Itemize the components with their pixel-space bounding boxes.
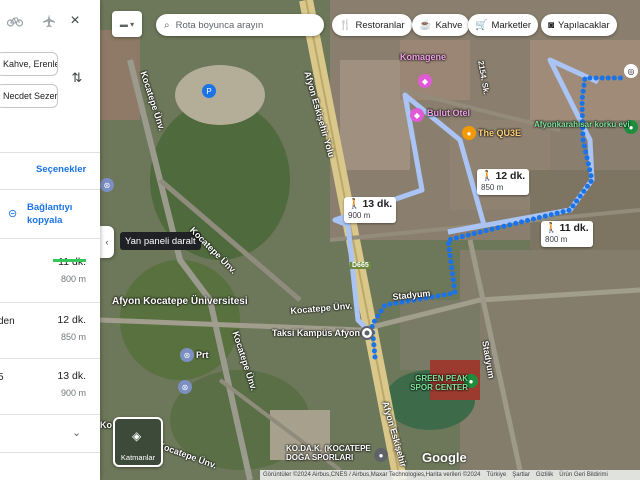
hotel-icon[interactable]: ◆ bbox=[418, 74, 432, 88]
place-label[interactable]: Afyon Kocatepe Üniversitesi bbox=[112, 296, 248, 307]
divider bbox=[0, 452, 100, 453]
route-label: 5 bbox=[0, 372, 4, 383]
search-placeholder: Rota boyunca arayın bbox=[175, 19, 264, 31]
map-view[interactable]: ▬ ▾ ⌕ Rota boyunca arayın 🍴 Restoranlar … bbox=[100, 0, 640, 480]
privacy-link[interactable]: Gizlilik bbox=[536, 472, 553, 478]
close-icon[interactable]: × bbox=[64, 10, 86, 32]
parking-icon[interactable]: P bbox=[202, 84, 216, 98]
imagery-credit: Görüntüler ©2024 Airbus,CNES / Airbus,Ma… bbox=[263, 472, 481, 478]
bike-mode-icon[interactable] bbox=[4, 10, 26, 32]
route-option-1[interactable]: 11 dk. 800 m bbox=[0, 244, 100, 300]
walking-icon: 🚶 bbox=[481, 171, 494, 182]
destination-field[interactable]: Necdet Sezer bbox=[0, 84, 58, 108]
divider bbox=[0, 152, 100, 153]
terms-link[interactable]: Şartlar bbox=[512, 472, 530, 478]
attribution-bar: Görüntüler ©2024 Airbus,CNES / Airbus,Ma… bbox=[260, 470, 640, 480]
copy-link-label: Bağlantıyı kopyala bbox=[27, 202, 73, 226]
divider bbox=[0, 414, 100, 415]
route-dist: 850 m bbox=[481, 183, 504, 192]
layers-label: Katmanlar bbox=[120, 453, 156, 462]
search-icon: ⌕ bbox=[164, 19, 170, 31]
place-label[interactable]: The QU3E bbox=[478, 128, 521, 138]
country-link[interactable]: Türkiye bbox=[487, 472, 507, 478]
map-type-button[interactable]: ▬ ▾ bbox=[112, 11, 142, 37]
chevron-down-icon[interactable]: ⌄ bbox=[72, 426, 81, 439]
chip-markets[interactable]: 🛒 Marketler bbox=[468, 14, 539, 36]
divider bbox=[0, 238, 100, 239]
chip-label: Kahve bbox=[435, 19, 463, 31]
chip-things-to-do[interactable]: ◙ Yapılacaklar bbox=[541, 14, 617, 36]
camera-icon: ◙ bbox=[548, 19, 555, 31]
chip-label: Marketler bbox=[491, 19, 532, 31]
school-icon[interactable]: ⊛ bbox=[180, 348, 194, 362]
stadium-icon[interactable]: ◎ bbox=[624, 64, 638, 78]
flight-mode-icon[interactable] bbox=[38, 10, 60, 32]
route-label-11[interactable]: 🚶 11 dk. 800 m bbox=[541, 221, 593, 247]
route-time: 12 dk. bbox=[495, 170, 526, 182]
collapse-tooltip: Yan paneli daralt bbox=[120, 232, 201, 250]
hotel-icon[interactable]: ◆ bbox=[410, 108, 424, 122]
route-option-2[interactable]: den 12 dk. 850 m bbox=[0, 302, 100, 358]
cart-icon: 🛒 bbox=[475, 19, 488, 31]
travel-mode-bar: × bbox=[0, 0, 100, 44]
place-label[interactable]: Taksi Kampüs Afyon bbox=[272, 328, 360, 338]
route-duration: 11 dk. bbox=[58, 256, 86, 268]
route-option-3[interactable]: 5 13 dk. 900 m bbox=[0, 358, 100, 414]
route-label: den bbox=[0, 316, 15, 327]
google-logo: Google bbox=[422, 450, 467, 465]
layers-button[interactable]: ◈ Katmanlar bbox=[113, 417, 163, 467]
walking-icon: 🚶 bbox=[348, 199, 361, 210]
place-label[interactable]: GREEN PEAK SPOR CENTER bbox=[404, 374, 468, 392]
route-duration: 13 dk. bbox=[57, 370, 86, 382]
chip-label: Restoranlar bbox=[355, 19, 405, 31]
link-icon: ⊝ bbox=[8, 208, 18, 220]
chip-coffee[interactable]: ☕ Kahve bbox=[412, 14, 470, 36]
route-label-13[interactable]: 🚶 13 dk. 900 m bbox=[344, 197, 397, 223]
chip-label: Yapılacaklar bbox=[558, 19, 610, 31]
place-pin-icon[interactable]: ● bbox=[374, 448, 388, 462]
route-time: 13 dk. bbox=[362, 198, 393, 210]
route-duration: 12 dk. bbox=[57, 314, 86, 326]
place-label[interactable]: Prt bbox=[196, 350, 209, 360]
selected-route-indicator bbox=[53, 259, 86, 262]
coffee-icon: ☕ bbox=[419, 19, 432, 31]
route-distance: 850 m bbox=[60, 332, 86, 342]
fork-knife-icon: 🍴 bbox=[339, 19, 352, 31]
route-time: 11 dk. bbox=[559, 222, 589, 234]
swap-icon[interactable]: ⇅ bbox=[68, 68, 86, 88]
walking-icon: 🚶 bbox=[545, 223, 558, 234]
copy-link-button[interactable]: ⊝ Bağlantıyı kopyala bbox=[8, 201, 98, 231]
route-dist: 900 m bbox=[348, 211, 371, 220]
place-label[interactable]: Ko bbox=[100, 420, 112, 430]
route-distance: 900 m bbox=[60, 388, 86, 398]
place-label[interactable]: KO.DA.K. (KOCATEPE DOĞA SPORLARI bbox=[286, 444, 386, 462]
school-icon[interactable]: ⊛ bbox=[178, 380, 192, 394]
divider bbox=[0, 189, 100, 190]
chip-restaurants[interactable]: 🍴 Restoranlar bbox=[332, 14, 412, 36]
place-label[interactable]: Bulut Otel bbox=[427, 108, 470, 118]
food-icon[interactable]: ● bbox=[462, 126, 476, 140]
place-label[interactable]: Afyonkarahisar korku evi bbox=[534, 120, 630, 129]
search-along-route-input[interactable]: ⌕ Rota boyunca arayın bbox=[156, 14, 324, 36]
route-distance: 800 m bbox=[60, 274, 86, 284]
origin-field[interactable]: Kahve, Erenler bbox=[0, 52, 58, 76]
feedback-link[interactable]: Ürün Geri Bildirimi bbox=[559, 472, 608, 478]
place-label[interactable]: Komagene bbox=[400, 52, 446, 62]
route-number-badge: D665 bbox=[350, 262, 371, 269]
route-label-12[interactable]: 🚶 12 dk. 850 m bbox=[477, 169, 530, 195]
layers-icon: ◈ bbox=[132, 429, 142, 443]
school-icon[interactable]: ⊛ bbox=[100, 178, 114, 192]
directions-panel: × Kahve, Erenler Necdet Sezer ⇅ Seçenekl… bbox=[0, 0, 100, 480]
route-dist: 800 m bbox=[545, 235, 568, 244]
options-link[interactable]: Seçenekler bbox=[36, 164, 86, 175]
collapse-panel-button[interactable]: ‹ bbox=[100, 226, 114, 258]
